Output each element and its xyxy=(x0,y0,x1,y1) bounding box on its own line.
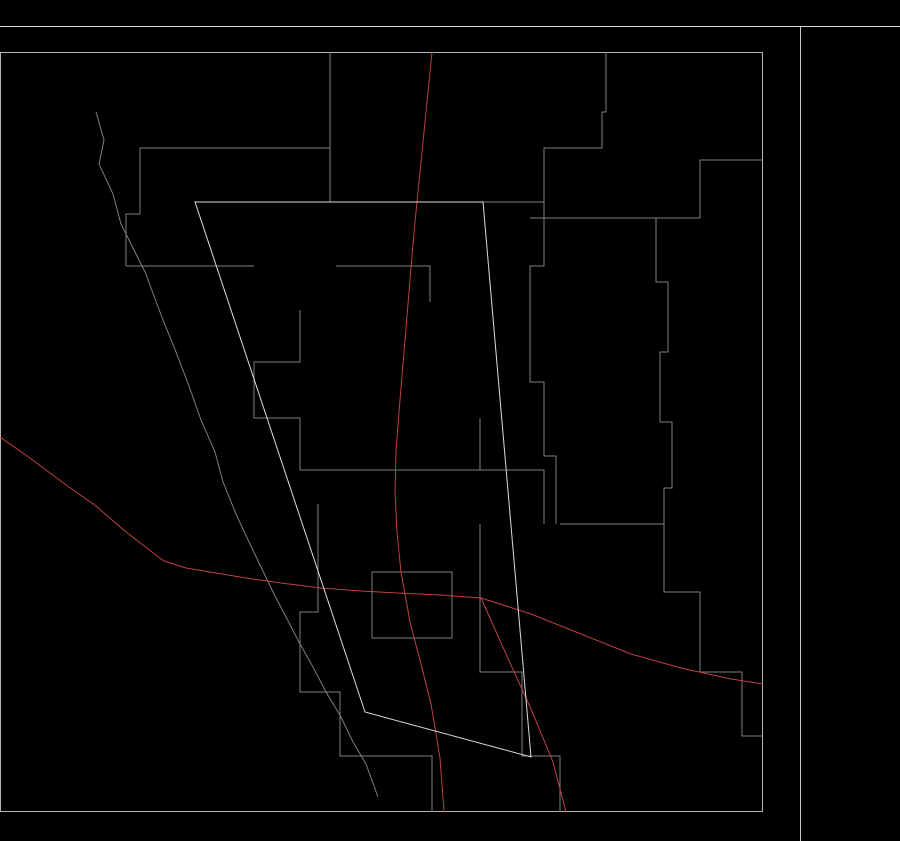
boundary-line xyxy=(480,469,545,524)
radar-map-canvas xyxy=(0,51,764,813)
forecast-sector-outline xyxy=(194,201,532,758)
boundary-line xyxy=(329,148,545,310)
radar-map-viewport[interactable] xyxy=(0,51,764,813)
boundary-line xyxy=(655,218,673,524)
boundary-line xyxy=(140,52,331,149)
boundary-line xyxy=(253,310,301,470)
boundary-line xyxy=(479,524,561,812)
map-frame xyxy=(0,52,763,812)
radar-application-window xyxy=(0,0,900,841)
boundary-line xyxy=(529,310,557,524)
boundary-line xyxy=(699,159,763,218)
boundary-line xyxy=(336,265,431,302)
window-title xyxy=(0,0,900,27)
boundary-line xyxy=(663,524,763,737)
highway-line xyxy=(394,51,445,813)
highway-line xyxy=(0,436,764,685)
highway-line xyxy=(480,597,567,813)
panel-divider xyxy=(800,27,801,841)
boundary-line xyxy=(299,504,433,812)
boundary-line xyxy=(95,111,379,798)
boundary-line xyxy=(543,52,607,202)
highway-lines xyxy=(0,51,764,813)
